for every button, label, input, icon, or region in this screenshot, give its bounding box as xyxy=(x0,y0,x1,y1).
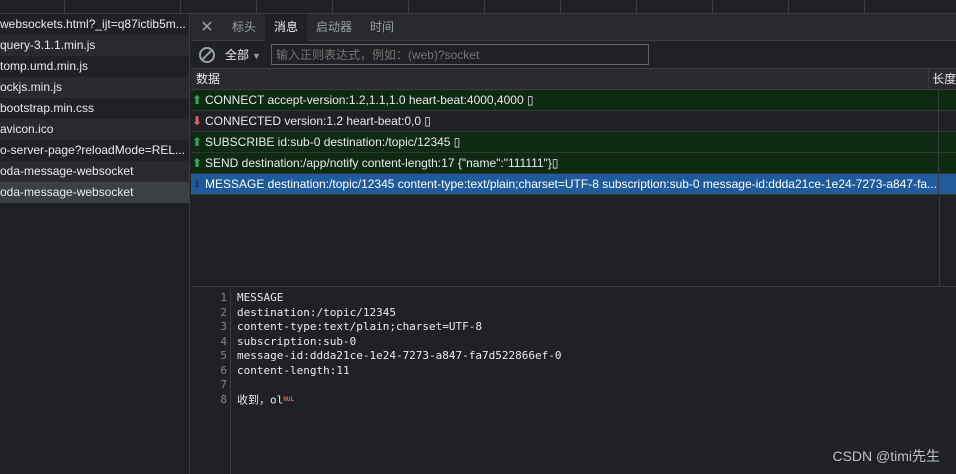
tab-messages[interactable]: 消息 xyxy=(265,13,308,41)
message-body[interactable]: MESSAGE destination:/topic/12345 content… xyxy=(237,291,562,407)
request-row[interactable]: query-3.1.1.min.js xyxy=(0,35,189,56)
messages-grid-empty-area xyxy=(191,196,956,286)
chevron-down-icon: ▼ xyxy=(252,51,261,61)
sent-arrow-icon: ⬆ xyxy=(191,156,203,170)
message-frame-row[interactable]: ⬆ SEND destination:/app/notify content-l… xyxy=(191,153,956,174)
code-line: content-type:text/plain;charset=UTF-8 xyxy=(237,320,483,333)
request-row[interactable]: avicon.ico xyxy=(0,119,189,140)
line-number: 2 xyxy=(220,305,227,319)
request-row[interactable]: o-server-page?reloadMode=REL... xyxy=(0,140,189,161)
line-number: 8 xyxy=(220,392,227,406)
message-frame-row[interactable]: ⬆ SUBSCRIBE id:sub-0 destination:/topic/… xyxy=(191,132,956,153)
column-header-length[interactable]: 长度 xyxy=(929,69,956,89)
filter-input[interactable] xyxy=(270,44,649,65)
tab-headers[interactable]: 标头 xyxy=(223,14,265,41)
close-icon[interactable]: ✕ xyxy=(191,17,223,37)
request-row[interactable]: ockjs.min.js xyxy=(0,77,189,98)
received-arrow-icon: ⬇ xyxy=(191,177,203,191)
line-number: 5 xyxy=(220,349,227,362)
detail-tabbar: ✕ 标头 消息 启动器 时间 xyxy=(191,13,956,41)
message-type-select[interactable]: 全部 ▼ xyxy=(225,46,261,63)
frame-data: CONNECT accept-version:1.2,1.1,1.0 heart… xyxy=(203,90,939,110)
column-header-data[interactable]: 数据 xyxy=(191,69,930,89)
request-row[interactable]: oda-message-websocket xyxy=(0,161,189,182)
code-line-last: 收到，olNUL xyxy=(237,393,562,408)
line-number: 1 xyxy=(220,291,227,304)
nul-marker: NUL xyxy=(283,395,295,403)
request-row[interactable]: websockets.html?_ijt=q87ictib5m... xyxy=(0,14,189,35)
frame-data: MESSAGE destination:/topic/12345 content… xyxy=(203,174,939,194)
line-number: 3 xyxy=(220,320,227,333)
message-filter-bar: 全部 ▼ xyxy=(191,41,956,69)
request-detail-panel: ✕ 标头 消息 启动器 时间 全部▼ 数据 长度 ⬆ CONNECT accep… xyxy=(191,13,956,474)
timeline-ruler xyxy=(0,0,956,14)
code-line: content-length:11 xyxy=(237,363,350,377)
request-list: websockets.html?_ijt=q87ictib5m... query… xyxy=(0,14,190,474)
request-row[interactable]: bootstrap.min.css xyxy=(0,98,189,119)
sent-arrow-icon: ⬆ xyxy=(191,135,203,149)
line-number: 4 xyxy=(220,334,227,348)
message-frame-row[interactable]: ⬇ CONNECTED version:1.2 heart-beat:0,0 ▯ xyxy=(191,111,956,132)
message-type-value: 全部 xyxy=(225,48,250,62)
column-divider xyxy=(939,196,940,286)
request-row[interactable]: tomp.umd.min.js xyxy=(0,56,189,77)
frame-data: CONNECTED version:1.2 heart-beat:0,0 ▯ xyxy=(203,111,939,131)
line-number: 6 xyxy=(220,363,227,377)
code-line: MESSAGE xyxy=(237,291,284,304)
code-line-text: 收到，ol xyxy=(237,392,284,406)
code-line: subscription:sub-0 xyxy=(237,334,357,348)
tab-initiator[interactable]: 启动器 xyxy=(307,14,361,41)
received-arrow-icon: ⬇ xyxy=(191,114,203,128)
sent-arrow-icon: ⬆ xyxy=(191,93,203,107)
frame-data: SUBSCRIBE id:sub-0 destination:/topic/12… xyxy=(203,132,939,152)
line-number-gutter: 1 2 3 4 5 6 7 8 xyxy=(191,287,231,474)
request-row-selected[interactable]: oda-message-websocket xyxy=(0,182,189,203)
watermark: CSDN @timi先生 xyxy=(832,448,940,464)
frame-data: SEND destination:/app/notify content-len… xyxy=(203,153,939,173)
line-number: 7 xyxy=(220,378,227,391)
code-line: destination:/topic/12345 xyxy=(237,305,396,319)
clear-messages-icon[interactable] xyxy=(199,46,215,63)
message-frame-row[interactable]: ⬆ CONNECT accept-version:1.2,1.1,1.0 hea… xyxy=(191,90,956,111)
code-line: message-id:ddda21ce-1e24-7273-a847-fa7d5… xyxy=(237,349,562,362)
message-frame-row-selected[interactable]: ⬇ MESSAGE destination:/topic/12345 conte… xyxy=(191,174,956,195)
tab-timing[interactable]: 时间 xyxy=(361,14,403,41)
messages-grid-header: 数据 长度 xyxy=(191,69,956,90)
